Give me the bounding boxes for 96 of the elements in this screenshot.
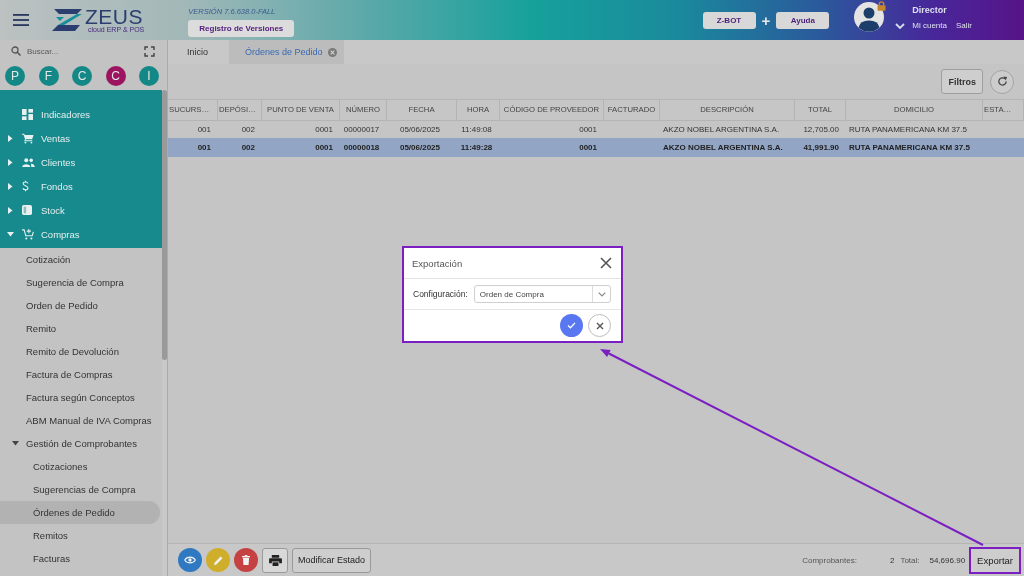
zbot-button[interactable]: Z-BOT [702,11,756,29]
menu-item[interactable]: Clientes [0,150,162,174]
help-button[interactable]: Ayuda [776,11,830,29]
table-cell-text: 41,991.90 [802,142,840,154]
chevron-down-icon[interactable] [895,22,906,29]
count-value: 2 [889,555,895,565]
close-icon[interactable] [600,257,612,269]
submenu-item[interactable]: Remito [0,317,160,340]
table-cell-text: 002 [240,142,256,154]
check-icon [567,322,576,329]
table-cell-text: 11:49:08 [460,124,493,136]
submenu-item[interactable]: Cotizaciones [0,455,160,478]
view-button[interactable] [178,548,202,572]
table-cell-text: 0001 [578,124,598,136]
module-shortcut[interactable]: C [72,66,92,86]
confirm-button[interactable] [560,314,583,337]
table-cell-text: 00000018 [342,142,381,154]
changelog-button[interactable]: Registro de Versiones [188,20,295,37]
eye-icon [184,556,196,564]
refresh-icon [996,76,1008,87]
refresh-button[interactable] [990,69,1014,94]
table-cell-text: 05/06/2025 [398,124,441,136]
export-button[interactable]: Exportar [969,546,1021,574]
dollar-icon [22,180,29,192]
field-label: Configuración: [413,289,468,299]
table-cell-text: 001 [196,124,212,136]
avatar-icon[interactable] [854,2,885,32]
menu-item[interactable]: Ventas [0,126,162,150]
submenu-item[interactable]: Órdenes de Pedido [0,501,160,524]
cart-icon [22,132,34,144]
search-icon [11,46,21,56]
submenu-item[interactable]: Sugerencia de Compra [0,271,160,294]
total-label: Total: [900,555,920,565]
trash-icon [242,555,250,565]
table-cell-text: 001 [196,142,212,154]
table-row[interactable]: 001 002 0001 00000017 05/06/2025 11:49:08 0001 AKZO NOBEL ARGENTINA S.A. 12,705.00 RUTA PANAMERICANA KM 37.5 [168,121,1024,138]
submenu-item[interactable]: Orden de Pedido [0,294,160,317]
submenu-item[interactable]: Facturas [0,547,160,570]
menu-item[interactable]: Stock [0,198,162,222]
count-label: Comprobantes: [802,555,857,565]
plus-sign: + [761,12,771,28]
table-cell-text: AKZO NOBEL ARGENTINA S.A. [662,142,784,154]
configuration-select[interactable]: Orden de Compra [473,285,611,303]
submenu-item[interactable]: Factura según Conceptos [0,386,160,409]
tab[interactable]: Inicio [168,40,229,64]
submenu-item[interactable]: Cotización [0,248,160,271]
module-shortcut[interactable]: P [5,66,25,86]
close-icon [595,321,604,330]
logo-name: ZEUS [85,6,143,26]
module-shortcut[interactable]: C [105,66,126,86]
submenu-item[interactable]: Sugerencias de Compra [0,478,160,501]
table-cell-text: 11:49:28 [459,142,494,154]
table-cell-text: 0001 [314,124,334,136]
menu-item[interactable]: Indicadores [0,102,162,126]
table-cell-text: 05/06/2025 [398,142,441,154]
logout-link[interactable]: Salir [956,21,972,30]
module-shortcut[interactable]: I [139,66,159,86]
lock-icon [877,1,887,11]
module-shortcut[interactable]: F [38,66,59,86]
total-value: 54,696.90 [929,555,966,565]
logo-mark-icon [50,8,84,32]
submenu-item[interactable]: ABM Manual de IVA Compras [0,409,160,432]
submenu-item[interactable]: Gestión de Comprobantes [0,432,160,455]
submenu-item[interactable]: Remito de Devolución [0,340,160,363]
search-field[interactable]: Buscar... [27,46,107,56]
account-link[interactable]: Mi cuenta [912,21,947,30]
change-status-button[interactable]: Modificar Estado [292,547,372,573]
menu-item[interactable]: Compras [0,222,162,246]
box-icon [22,205,32,215]
filters-button[interactable]: Filtros [941,69,983,94]
table-cell-text: 12,705.00 [802,124,840,136]
people-icon [22,157,35,167]
table-cell-text: RUTA PANAMERICANA KM 37.5 [848,124,968,136]
menu-icon[interactable] [13,14,29,26]
print-button[interactable] [262,547,288,573]
delete-button[interactable] [234,548,258,572]
cancel-button[interactable] [588,314,611,337]
printer-icon [268,554,282,566]
table-cell-text: 00000017 [342,124,381,136]
submenu-item[interactable]: Remitos [0,524,160,547]
table-cell-text: 0001 [314,142,334,154]
table-cell-text: 002 [240,124,256,136]
dashboard-icon [22,108,33,120]
chevron-down-icon [597,291,606,297]
table-row[interactable]: 001 002 0001 00000018 05/06/2025 11:49:28 0001 AKZO NOBEL ARGENTINA S.A. 41,991.90 RUTA PANAMERICANA KM 37.5 [168,138,1024,157]
table-cell-text: 0001 [578,142,598,154]
fullscreen-icon[interactable] [144,45,155,57]
cart-plus-icon [22,228,34,240]
menu-item[interactable]: Fondos [0,174,162,198]
scrollbar-thumb[interactable] [162,90,167,360]
user-role: Director [912,4,948,16]
dialog-title: Exportación [412,257,463,269]
pencil-icon [213,555,223,565]
table-cell-text: RUTA PANAMERICANA KM 37.5 [848,142,971,154]
table-cell-text: AKZO NOBEL ARGENTINA S.A. [662,124,781,136]
submenu-item[interactable]: Factura de Compras [0,363,160,386]
